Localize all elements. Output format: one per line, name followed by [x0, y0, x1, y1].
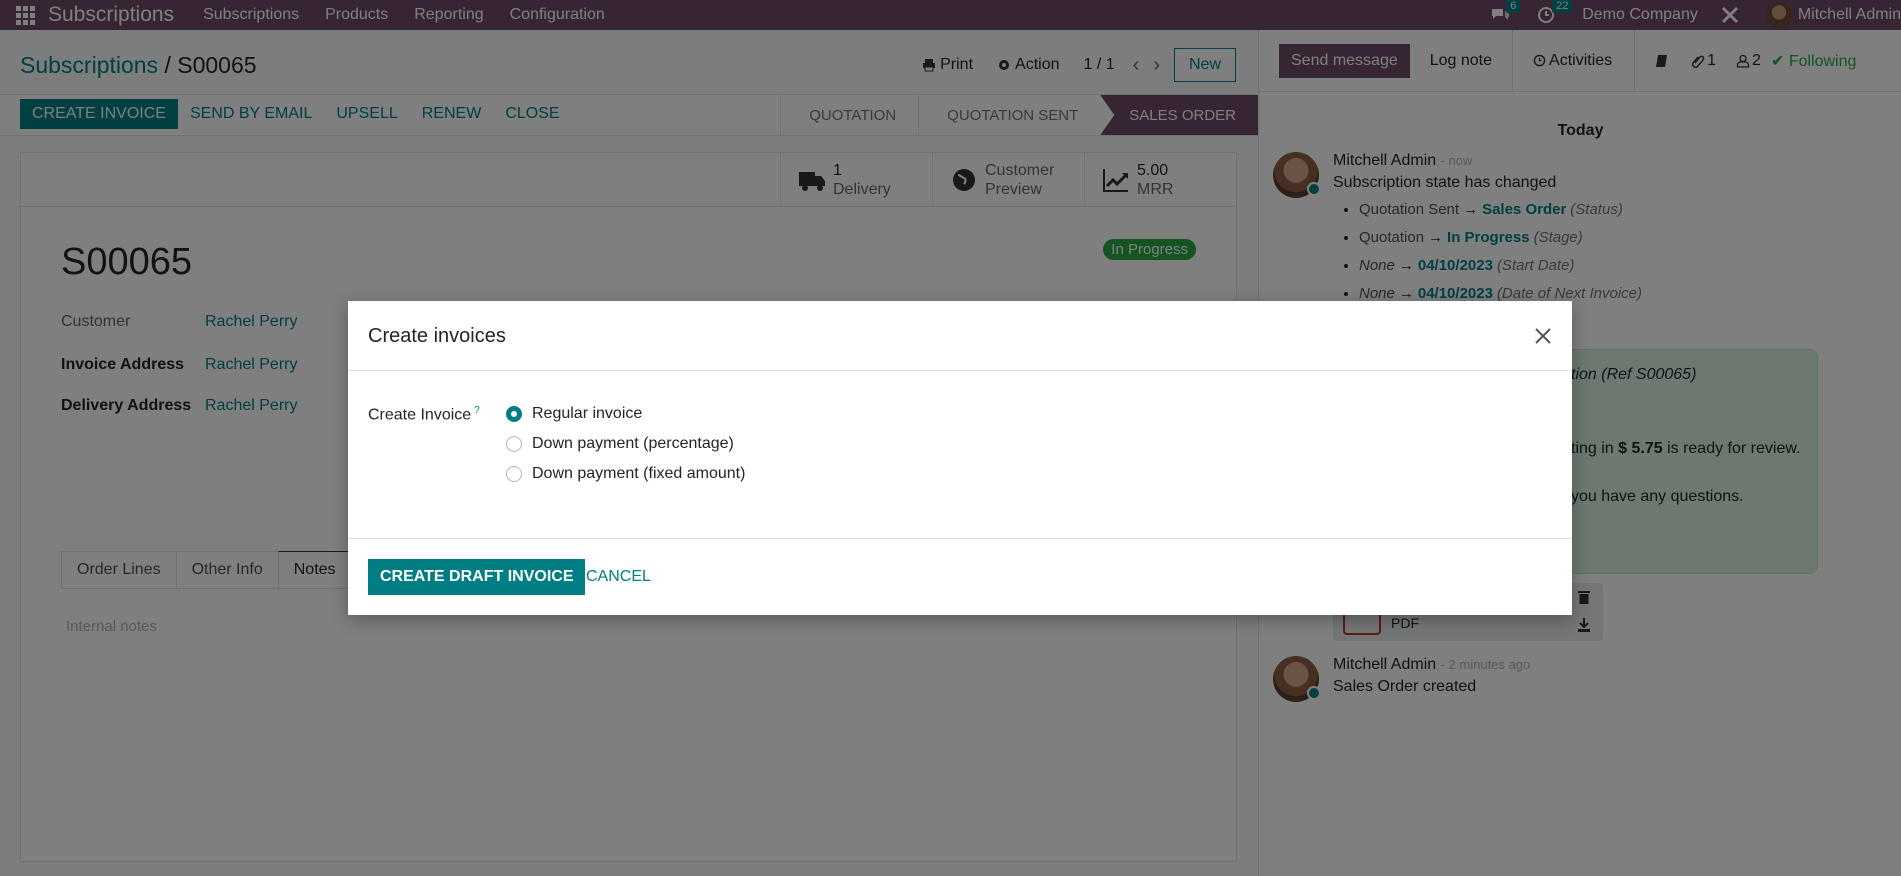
create-invoice-label: Create Invoice? — [368, 405, 480, 424]
create-invoices-dialog: Create invoices Create Invoice? Regular … — [348, 301, 1572, 615]
radio-down-payment-percentage[interactable]: Down payment (percentage) — [506, 435, 734, 453]
radio-down-payment-fixed[interactable]: Down payment (fixed amount) — [506, 465, 745, 483]
close-icon[interactable] — [1530, 323, 1556, 349]
radio-regular-invoice[interactable]: Regular invoice — [506, 405, 642, 423]
cancel-button[interactable]: Cancel — [586, 568, 651, 586]
help-tooltip-icon[interactable]: ? — [474, 405, 480, 416]
create-draft-invoice-button[interactable]: Create Draft Invoice — [368, 559, 586, 595]
radio-unchecked-icon[interactable] — [506, 466, 522, 482]
radio-unchecked-icon[interactable] — [506, 436, 522, 452]
dialog-title: Create invoices — [368, 325, 506, 347]
radio-checked-icon[interactable] — [506, 406, 522, 422]
